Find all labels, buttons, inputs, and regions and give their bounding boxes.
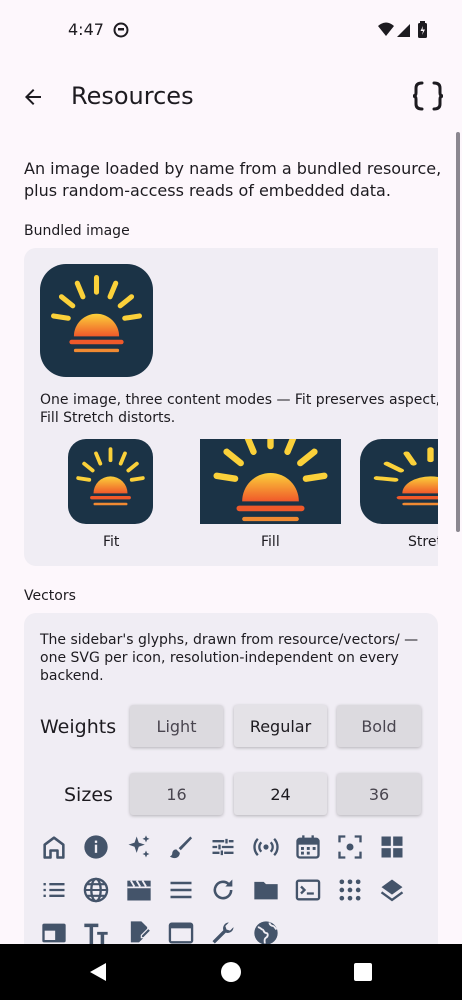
- sizes-label: Sizes: [64, 784, 113, 806]
- vectors-section-label: Vectors: [24, 588, 76, 604]
- dashboard-icon: [378, 833, 406, 861]
- back-button[interactable]: [14, 78, 52, 116]
- size-24-button[interactable]: 24: [234, 773, 327, 815]
- picture-in-picture-icon: [40, 919, 68, 944]
- text-fields-icon: [82, 919, 110, 944]
- public-globe-icon: [252, 919, 280, 944]
- size-36-button[interactable]: 36: [337, 773, 421, 815]
- stretch-label: Stret: [408, 534, 438, 550]
- wifi-icon: [378, 22, 394, 36]
- calendar-icon: [294, 833, 322, 861]
- code-braces-icon: [412, 81, 444, 111]
- movie-icon: [125, 876, 153, 904]
- scroll-content[interactable]: An image loaded by name from a bundled r…: [0, 132, 462, 944]
- list-icon: [40, 876, 68, 904]
- globe-icon: [82, 876, 110, 904]
- wrench-icon: [209, 919, 237, 944]
- nav-recents-icon[interactable]: [354, 963, 372, 981]
- brush-icon: [167, 833, 195, 861]
- nav-home-icon[interactable]: [221, 962, 241, 982]
- vectors-description: The sidebar's glyphs, drawn from resourc…: [40, 632, 419, 684]
- edit-document-icon: [125, 919, 153, 944]
- cell-signal-icon: [397, 24, 410, 37]
- stretch-mode-image: [360, 439, 438, 524]
- circle-face-icon: [113, 22, 129, 38]
- status-time: 4:47: [68, 20, 104, 39]
- top-app-bar: Resources: [0, 62, 462, 132]
- center-focus-icon: [336, 833, 364, 861]
- fit-label: Fit: [103, 534, 120, 550]
- tune-icon: [209, 833, 237, 861]
- weight-regular-button[interactable]: Regular: [234, 705, 327, 747]
- arrow-back-icon: [25, 89, 41, 105]
- apps-grid-icon: [336, 876, 364, 904]
- scrollbar-thumb[interactable]: [456, 132, 460, 532]
- status-icons: [377, 20, 435, 40]
- fill-label: Fill: [261, 534, 280, 550]
- battery-charging-icon: [418, 21, 427, 38]
- weight-light-button[interactable]: Light: [130, 705, 223, 747]
- content-modes-caption: One image, three content modes — Fit pre…: [40, 392, 438, 426]
- window-icon: [167, 919, 195, 944]
- broadcast-icon: [252, 833, 280, 861]
- view-source-button[interactable]: [406, 76, 450, 116]
- page-title: Resources: [71, 82, 194, 110]
- sunrise-image: [40, 264, 153, 377]
- layers-icon: [378, 876, 406, 904]
- nav-back-icon[interactable]: [88, 962, 108, 982]
- menu-icon: [167, 876, 195, 904]
- fit-mode-image: [68, 439, 153, 524]
- weights-label: Weights: [40, 716, 117, 738]
- intro-text: An image loaded by name from a bundled r…: [24, 159, 442, 200]
- home-icon: [40, 833, 68, 861]
- terminal-icon: [294, 876, 322, 904]
- refresh-icon: [209, 876, 237, 904]
- weight-bold-button[interactable]: Bold: [337, 705, 421, 747]
- vectors-card: The sidebar's glyphs, drawn from resourc…: [24, 613, 438, 944]
- bundled-section-label: Bundled image: [24, 223, 130, 239]
- info-icon: [82, 833, 110, 861]
- fill-mode-image: [200, 439, 341, 524]
- folder-icon: [252, 876, 280, 904]
- system-nav-bar: [0, 944, 462, 1000]
- bundled-image-card: One image, three content modes — Fit pre…: [24, 248, 438, 566]
- size-16-button[interactable]: 16: [130, 773, 223, 815]
- status-bar: 4:47: [0, 0, 462, 62]
- sparkle-icon: [125, 833, 153, 861]
